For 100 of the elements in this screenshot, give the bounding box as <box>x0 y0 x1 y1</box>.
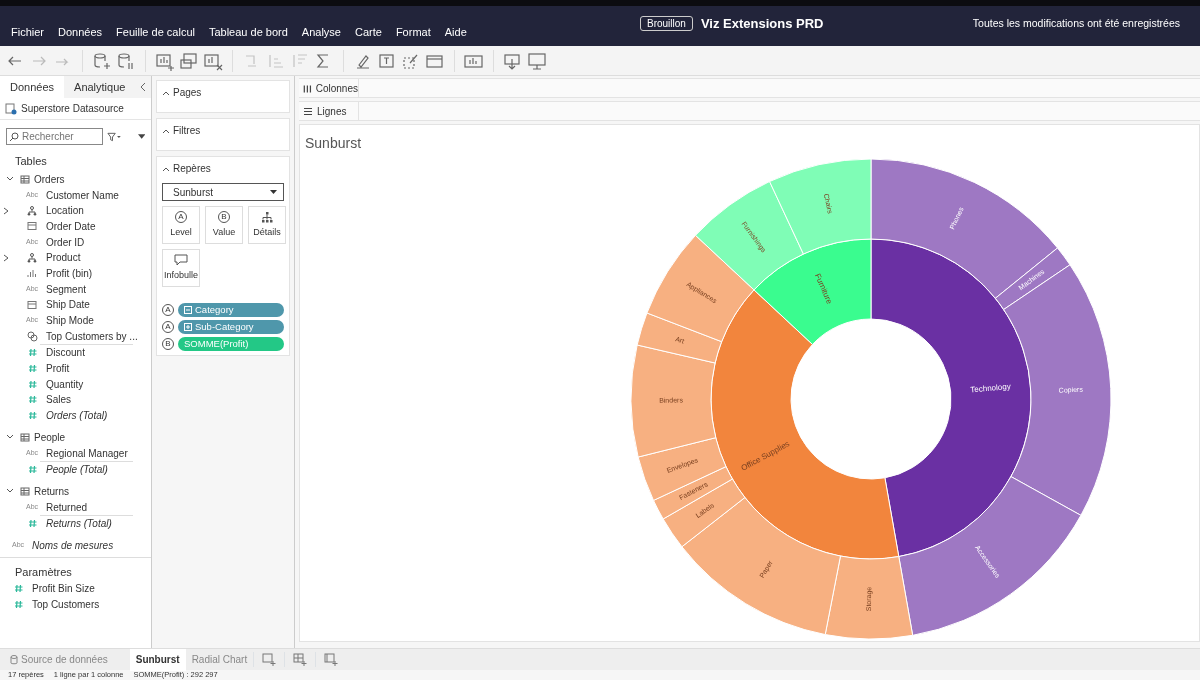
bar-chart-icon <box>27 268 37 279</box>
field-name[interactable]: Profit <box>46 361 70 377</box>
shelf-label: Colonnes <box>315 81 358 96</box>
datasource-name[interactable]: Superstore Datasource <box>21 101 124 116</box>
new-dashboard-icon[interactable] <box>293 653 308 668</box>
menu-item[interactable]: Données <box>51 23 110 40</box>
database-add-icon[interactable] <box>91 50 113 71</box>
dropdown-caret-icon[interactable] <box>137 133 145 140</box>
filter-icon[interactable] <box>107 131 122 142</box>
workbook-title: Viz Extensions PRD <box>700 15 824 33</box>
expand-chevron-icon[interactable] <box>3 206 9 215</box>
field-name[interactable]: Ship Date <box>46 297 90 313</box>
speech-bubble-icon <box>174 253 188 266</box>
field-name[interactable]: Customer Name <box>46 187 119 203</box>
collapse-caret-icon[interactable] <box>162 89 170 96</box>
duplicate-sheet-icon[interactable] <box>178 50 200 71</box>
menu-item[interactable]: Aide <box>437 23 474 40</box>
table-name[interactable]: Orders <box>34 171 65 187</box>
search-icon <box>9 132 19 142</box>
card-title: Pages <box>173 86 202 100</box>
table-name[interactable]: People <box>34 429 66 445</box>
table-icon <box>20 174 30 184</box>
menu-item[interactable]: Fichier <box>4 23 51 40</box>
collapse-chevron-icon[interactable] <box>6 434 14 441</box>
table-name[interactable]: Returns <box>34 483 69 499</box>
field-name[interactable]: Ship Mode <box>46 313 94 329</box>
table-icon <box>20 432 30 442</box>
field-name[interactable]: Noms de mesures <box>32 537 114 553</box>
mark-button[interactable]: B Value <box>205 206 243 244</box>
search-field[interactable]: Rechercher <box>6 128 103 145</box>
presentation-icon[interactable] <box>526 50 548 71</box>
sunburst-segment[interactable] <box>898 476 1082 636</box>
sheet-title: Sunburst <box>305 134 362 153</box>
new-story-icon[interactable] <box>324 653 339 668</box>
field-name[interactable]: Quantity <box>46 376 84 392</box>
new-sheet-icon[interactable] <box>262 653 277 668</box>
status-badge: Brouillon <box>640 16 693 32</box>
field-name[interactable]: Top Customers by ... <box>46 328 138 344</box>
card-title: Repères <box>173 162 211 176</box>
card-title: Filtres <box>173 124 201 138</box>
sunburst-segment[interactable] <box>824 555 914 639</box>
hierarchy-icon <box>27 205 37 216</box>
field-name[interactable]: Order ID <box>46 234 85 250</box>
mark-button[interactable]: Détails <box>248 206 286 244</box>
table-icon <box>20 486 30 496</box>
expand-box-icon[interactable] <box>184 323 192 331</box>
field-name[interactable]: Returns (Total) <box>46 516 112 532</box>
hierarchy-icon <box>261 210 273 223</box>
set-icon <box>26 330 38 342</box>
collapse-box-icon[interactable] <box>184 306 192 314</box>
collapse-chevron-icon[interactable] <box>139 82 147 92</box>
sheet-tab[interactable]: Sunburst <box>129 648 186 671</box>
field-name[interactable]: Sales <box>46 392 71 408</box>
datasource-icon <box>5 102 17 115</box>
pane-tab[interactable]: Données <box>0 76 65 98</box>
mark-button[interactable]: A Level <box>162 206 200 244</box>
collapse-caret-icon[interactable] <box>162 127 170 134</box>
field-name[interactable]: Order Date <box>46 218 96 234</box>
number-sign-icon <box>27 519 37 529</box>
number-sign-icon <box>27 395 37 405</box>
shelf-label: Lignes <box>317 104 347 119</box>
mark-button[interactable]: Infobulle <box>162 249 200 287</box>
menu-item[interactable]: Format <box>388 23 438 40</box>
field-name[interactable]: Regional Manager <box>46 445 128 461</box>
field-name[interactable]: Location <box>46 203 84 219</box>
field-name[interactable]: Returned <box>46 499 88 515</box>
save-status: Toutes les modifications ont été enregistrées <box>972 16 1180 31</box>
shelf[interactable]: Lignes <box>299 101 1200 121</box>
field-name[interactable]: Profit (bin) <box>46 265 93 281</box>
menu-item[interactable]: Feuille de calcul <box>109 23 202 40</box>
calendar-icon <box>27 299 37 310</box>
collapse-chevron-icon[interactable] <box>6 176 14 183</box>
field-name[interactable]: Discount <box>46 345 85 361</box>
hierarchy-icon <box>27 252 37 263</box>
mark-type-dropdown[interactable]: Sunburst <box>162 183 284 201</box>
menu-item[interactable]: Tableau de bord <box>201 23 295 40</box>
section-heading: Tables <box>14 154 48 169</box>
collapse-chevron-icon[interactable] <box>6 488 14 495</box>
number-sign-icon <box>13 599 23 609</box>
number-sign-icon <box>27 411 37 421</box>
columns-icon <box>303 83 312 93</box>
number-sign-icon <box>27 379 37 389</box>
number-sign-icon <box>27 348 37 358</box>
segment-label: Technology <box>969 381 1012 395</box>
menu-item[interactable]: Analyse <box>294 23 348 40</box>
field-name[interactable]: Top Customers <box>32 596 100 612</box>
field-name[interactable]: Orders (Total) <box>46 408 108 424</box>
field-name[interactable]: Product <box>46 250 81 266</box>
sunburst-segment[interactable] <box>870 158 1058 299</box>
collapse-caret-icon[interactable] <box>162 165 170 172</box>
number-sign-icon <box>27 465 37 475</box>
shelf[interactable]: Colonnes <box>299 78 1200 98</box>
field-name[interactable]: Segment <box>46 281 87 297</box>
field-name[interactable]: People (Total) <box>46 462 108 478</box>
field-name[interactable]: Profit Bin Size <box>32 581 95 597</box>
number-sign-icon <box>27 364 37 374</box>
expand-chevron-icon[interactable] <box>3 253 9 262</box>
menu-item[interactable]: Carte <box>348 23 389 40</box>
database-icon <box>10 654 18 665</box>
dropdown-caret-icon <box>270 189 277 195</box>
